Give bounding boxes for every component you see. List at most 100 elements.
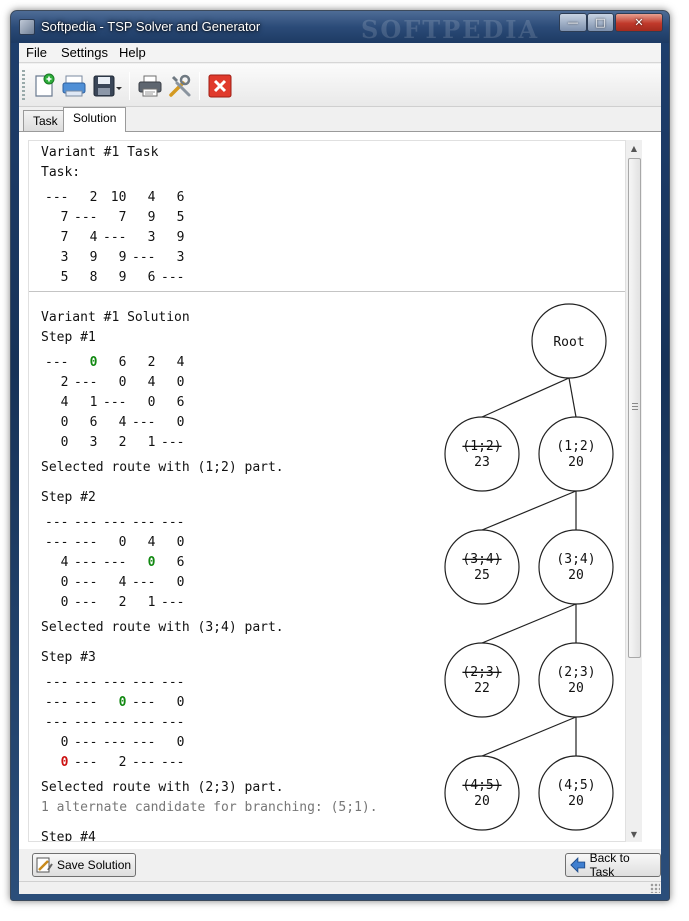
close-button[interactable]: ✕ bbox=[615, 13, 663, 32]
tree-node-included: (2;3)20 bbox=[538, 642, 614, 718]
matrix-cell: 0 bbox=[60, 435, 69, 450]
matrix-cell: 9 bbox=[118, 250, 127, 265]
matrix-cell: 4 bbox=[118, 575, 127, 590]
matrix-cell: 2 bbox=[118, 595, 127, 610]
node-label: (2;3) bbox=[556, 665, 595, 680]
chevron-down-icon bbox=[116, 87, 122, 90]
matrix-cell: 9 bbox=[147, 210, 156, 225]
matrix-cell: --- bbox=[74, 575, 98, 590]
matrix-cell: --- bbox=[132, 250, 156, 265]
open-button[interactable] bbox=[61, 73, 87, 99]
close-icon: ✕ bbox=[634, 16, 644, 29]
matrix-cell: --- bbox=[161, 675, 185, 690]
matrix-cell: --- bbox=[74, 515, 98, 530]
menu-file[interactable]: File bbox=[26, 45, 47, 60]
matrix-cell: 6 bbox=[147, 270, 156, 285]
branch-tree: Root(1;2)23(1;2)20(3;4)25(3;4)20(2;3)22(… bbox=[444, 303, 614, 831]
matrix-cell: --- bbox=[161, 270, 185, 285]
exit-button[interactable] bbox=[207, 73, 233, 99]
matrix-cell: 4 bbox=[147, 190, 156, 205]
tree-node-included: (1;2)20 bbox=[538, 416, 614, 492]
matrix-cell: 0 bbox=[60, 595, 69, 610]
node-cost: 20 bbox=[568, 455, 584, 470]
branching-note: 1 alternate candidate for branching: (5;… bbox=[41, 800, 378, 815]
node-label: (1;2) bbox=[462, 439, 501, 454]
matrix-cell: --- bbox=[74, 595, 98, 610]
tree-node-circle bbox=[538, 416, 614, 492]
matrix-cell: 7 bbox=[60, 230, 69, 245]
client-area: File Settings Help Task Solution Variant… bbox=[19, 43, 661, 894]
matrix-cell: --- bbox=[45, 715, 69, 730]
matrix-cell: --- bbox=[74, 715, 98, 730]
matrix-cell: 7 bbox=[60, 210, 69, 225]
tab-task[interactable]: Task bbox=[23, 110, 68, 131]
matrix-cell: --- bbox=[161, 515, 185, 530]
step-title: Step #2 bbox=[41, 490, 96, 505]
node-cost: 25 bbox=[474, 568, 490, 583]
solution-document[interactable]: Variant #1 Task Task: --- 2 10 4 6 7 --- 7 9 5 7 4-… bbox=[28, 140, 636, 842]
save-dropdown-button[interactable] bbox=[114, 73, 124, 99]
matrix-cell: --- bbox=[132, 695, 156, 710]
scroll-thumb[interactable] bbox=[628, 158, 641, 658]
matrix-cell: 0 bbox=[118, 375, 127, 390]
resize-grip-icon[interactable] bbox=[650, 883, 660, 893]
tree-node-circle bbox=[444, 642, 520, 718]
matrix-cell: --- bbox=[74, 735, 98, 750]
matrix-cell: 5 bbox=[60, 270, 69, 285]
matrix-cell: --- bbox=[103, 715, 127, 730]
matrix-cell: --- bbox=[45, 515, 69, 530]
new-button[interactable] bbox=[31, 73, 57, 99]
matrix-cell: 2 bbox=[60, 375, 69, 390]
print-icon bbox=[138, 75, 162, 97]
matrix-cell: 0 bbox=[176, 695, 185, 710]
scroll-down-icon[interactable]: ▼ bbox=[626, 826, 642, 842]
menu-settings[interactable]: Settings bbox=[61, 45, 108, 60]
settings-button[interactable] bbox=[167, 73, 193, 99]
matrix-cell: 4 bbox=[176, 355, 185, 370]
tree-node-circle bbox=[538, 755, 614, 831]
title-bar[interactable]: Softpedia - TSP Solver and Generator SOF… bbox=[11, 11, 669, 44]
matrix-cell: 3 bbox=[176, 250, 185, 265]
node-cost: 20 bbox=[474, 794, 490, 809]
back-to-task-button[interactable]: Back to Task bbox=[565, 851, 661, 879]
node-label: (4;5) bbox=[462, 778, 501, 793]
matrix-cell: 4 bbox=[147, 535, 156, 550]
maximize-button[interactable]: □ bbox=[587, 13, 614, 32]
matrix-cell: --- bbox=[103, 555, 127, 570]
matrix-cell: --- bbox=[74, 555, 98, 570]
matrix-cell: --- bbox=[45, 535, 69, 550]
matrix-cell: 0 bbox=[89, 355, 98, 370]
tree-node-excluded: (2;3)22 bbox=[444, 642, 520, 718]
matrix-cell: 6 bbox=[176, 395, 185, 410]
matrix-cell: --- bbox=[132, 755, 156, 770]
matrix-cell: --- bbox=[161, 435, 185, 450]
tree-node-circle bbox=[444, 755, 520, 831]
tree-nodes: Root(1;2)23(1;2)20(3;4)25(3;4)20(2;3)22(… bbox=[444, 303, 614, 831]
node-label: (1;2) bbox=[556, 439, 595, 454]
matrix-cell: 6 bbox=[89, 415, 98, 430]
step-result: Selected route with (3;4) part. bbox=[41, 620, 284, 635]
save-solution-label: Save Solution bbox=[57, 858, 132, 872]
matrix-cell: 8 bbox=[89, 270, 98, 285]
menu-help[interactable]: Help bbox=[119, 45, 146, 60]
tab-solution[interactable]: Solution bbox=[63, 107, 127, 132]
tree-node-circle bbox=[444, 416, 520, 492]
vertical-scrollbar[interactable]: ▲ ▼ bbox=[625, 140, 642, 842]
save-solution-button[interactable]: Save Solution bbox=[32, 853, 137, 877]
matrix-cell: 1 bbox=[89, 395, 98, 410]
matrix-cell: 2 bbox=[147, 355, 156, 370]
scroll-up-icon[interactable]: ▲ bbox=[626, 140, 642, 156]
matrix-cell: --- bbox=[74, 695, 98, 710]
matrix-cell: --- bbox=[103, 395, 127, 410]
matrix-cell: --- bbox=[132, 735, 156, 750]
matrix-cell: 0 bbox=[60, 735, 69, 750]
matrix-cell: 0 bbox=[147, 555, 156, 570]
tab-strip: Task Solution bbox=[19, 107, 661, 132]
matrix-cell: 3 bbox=[147, 230, 156, 245]
scroll-grip-icon bbox=[632, 403, 638, 411]
print-button[interactable] bbox=[137, 73, 163, 99]
toolbar-grip[interactable] bbox=[22, 70, 25, 100]
minimize-button[interactable]: — bbox=[559, 13, 587, 32]
app-window: Softpedia - TSP Solver and Generator SOF… bbox=[10, 10, 670, 901]
tree-node-root: Root bbox=[531, 303, 607, 379]
